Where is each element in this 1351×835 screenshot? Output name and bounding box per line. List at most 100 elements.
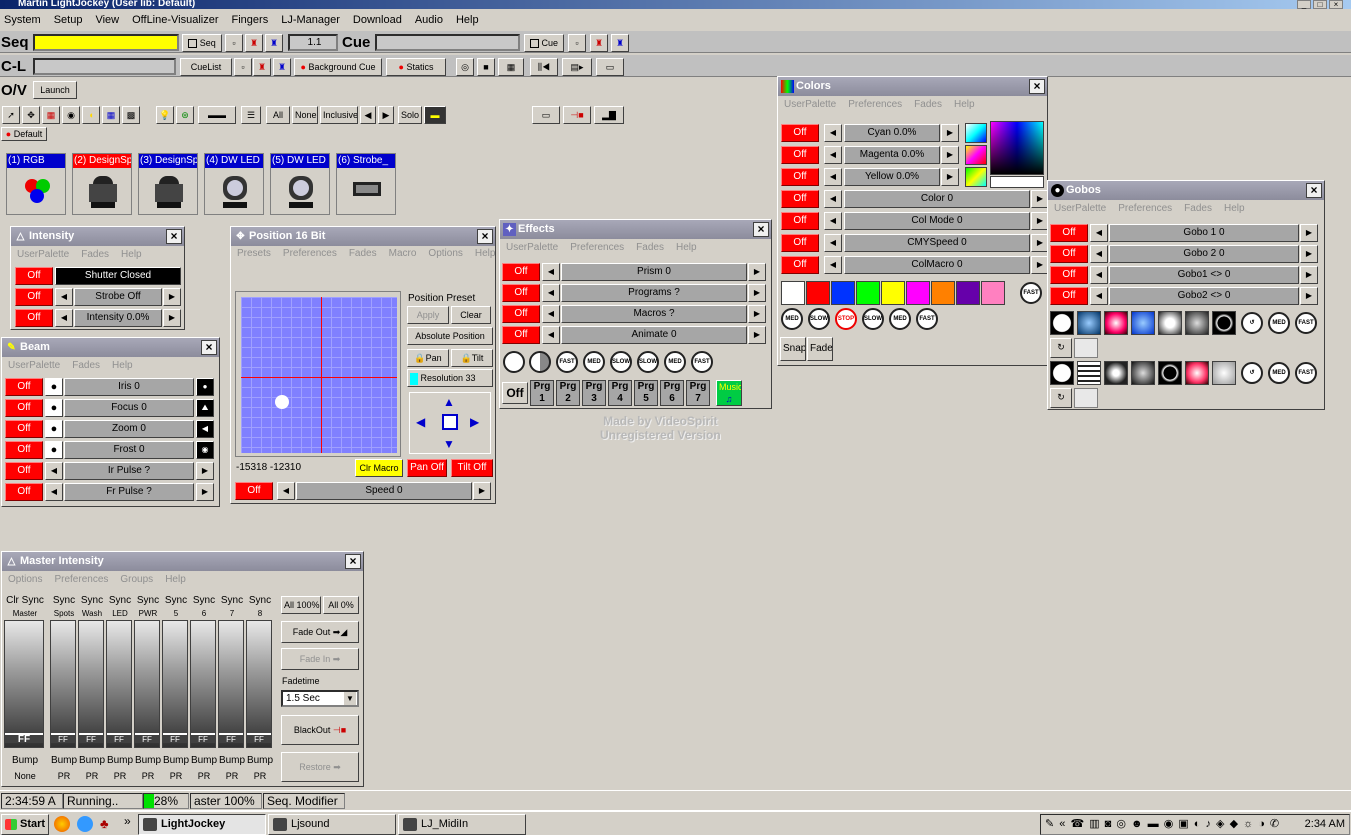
- menu-preferences[interactable]: Preferences: [54, 574, 108, 585]
- menu-fades[interactable]: Fades: [1184, 203, 1212, 214]
- inclusive-button[interactable]: Inclusive: [320, 106, 358, 124]
- fixture-6[interactable]: (6) Strobe_: [336, 153, 396, 215]
- fader-cap[interactable]: FF: [107, 733, 131, 744]
- fixture-3[interactable]: (3) DesignSp: [138, 153, 198, 215]
- menu-fades[interactable]: Fades: [81, 249, 109, 260]
- gobo-tool-button[interactable]: ◉: [62, 106, 80, 124]
- right-arrow-button[interactable]: ▶: [941, 146, 959, 164]
- speed-value[interactable]: Speed 0: [296, 482, 472, 500]
- effect-off-button[interactable]: Off: [502, 284, 540, 302]
- menu-fades[interactable]: Fades: [72, 360, 100, 371]
- menu-groups[interactable]: Groups: [120, 574, 153, 585]
- task-ljsound[interactable]: Ljsound: [268, 814, 396, 835]
- zoom-icon[interactable]: ●: [45, 420, 63, 438]
- channel-header[interactable]: Sync: [162, 596, 190, 606]
- color-swatch-1[interactable]: [781, 281, 805, 305]
- right-arrow-button[interactable]: ▶: [1300, 287, 1318, 305]
- program-4-button[interactable]: Prg 4: [608, 380, 632, 406]
- gobo2-reset-button[interactable]: ↻: [1050, 388, 1072, 408]
- menu-offline-visualizer[interactable]: OffLine-Visualizer: [132, 14, 218, 26]
- menu-system[interactable]: System: [4, 14, 41, 26]
- speed-fast-icon[interactable]: FAST: [1020, 282, 1042, 304]
- fixture-5[interactable]: (5) DW LED: [270, 153, 330, 215]
- speed-fast-icon[interactable]: FAST: [1295, 312, 1317, 334]
- cue-button[interactable]: Cue: [524, 34, 564, 52]
- beam-value[interactable]: Iris 0: [64, 378, 194, 396]
- speed-off-button[interactable]: Off: [235, 482, 273, 500]
- fixture-4[interactable]: (4) DW LED: [204, 153, 264, 215]
- channel-header[interactable]: Clr Sync: [4, 596, 46, 606]
- speed-med-icon[interactable]: MED: [664, 351, 686, 373]
- fade-in-button[interactable]: Fade In ➡: [281, 648, 359, 670]
- left-arrow-button[interactable]: ◀: [45, 462, 63, 480]
- speed-fast-icon[interactable]: FAST: [556, 351, 578, 373]
- menu-userpalette[interactable]: UserPalette: [8, 360, 60, 371]
- gobo-off-button[interactable]: Off: [1050, 224, 1088, 242]
- yellow-swatch[interactable]: [965, 167, 987, 187]
- gobo-value[interactable]: Gobo1 <> 0: [1109, 266, 1299, 284]
- beam-value[interactable]: Focus 0: [64, 399, 194, 417]
- overflow-chevron-icon[interactable]: »: [124, 814, 131, 828]
- menu-help[interactable]: Help: [954, 99, 975, 110]
- effect-off-button[interactable]: Off: [502, 326, 540, 344]
- task-lj_midiin[interactable]: LJ_MidiIn: [398, 814, 526, 835]
- prev-button[interactable]: ◀: [360, 106, 376, 124]
- gobo-value[interactable]: Gobo 1 0: [1109, 224, 1299, 242]
- close-icon[interactable]: ×: [345, 554, 361, 569]
- pan-off-button[interactable]: Pan Off: [407, 459, 447, 477]
- gobo1-reset-button[interactable]: ↻: [1050, 338, 1072, 358]
- gobo1-slot-6[interactable]: [1185, 311, 1209, 335]
- left-arrow-button[interactable]: ◀: [542, 263, 560, 281]
- color-swatch-3[interactable]: [831, 281, 855, 305]
- program-5-button[interactable]: Prg 5: [634, 380, 658, 406]
- frost-icon[interactable]: ●: [45, 441, 63, 459]
- right-arrow-button[interactable]: ▶: [1300, 266, 1318, 284]
- channel-fader[interactable]: FF: [246, 620, 272, 748]
- right-arrow-button[interactable]: ▶: [748, 326, 766, 344]
- left-arrow-button[interactable]: ◀: [542, 305, 560, 323]
- right-arrow-button[interactable]: ▶: [1300, 245, 1318, 263]
- menu-setup[interactable]: Setup: [54, 14, 83, 26]
- gobo1-slot-3[interactable]: [1104, 311, 1128, 335]
- menu-preferences[interactable]: Preferences: [1118, 203, 1172, 214]
- speed-stop-icon[interactable]: STOP: [835, 308, 857, 330]
- cl-tool-b-button[interactable]: ♜: [253, 58, 271, 76]
- beam-value[interactable]: Ir Pulse ?: [64, 462, 194, 480]
- background-cue-button[interactable]: ● Background Cue: [294, 58, 382, 76]
- all-button[interactable]: All: [266, 106, 290, 124]
- color-off-button[interactable]: Off: [781, 168, 819, 186]
- left-arrow-button[interactable]: ◀: [1090, 224, 1108, 242]
- effect-off-button[interactable]: Off: [502, 305, 540, 323]
- seq-tool-a-button[interactable]: ♜: [245, 34, 263, 52]
- effect-value[interactable]: Macros ?: [561, 305, 747, 323]
- fader-cap[interactable]: FF: [163, 733, 187, 744]
- effect-value[interactable]: Prism 0: [561, 263, 747, 281]
- shutter-value[interactable]: Shutter Closed: [55, 267, 181, 285]
- app-icon[interactable]: ♣: [100, 816, 116, 832]
- menu-lj-manager[interactable]: LJ-Manager: [281, 14, 340, 26]
- left-arrow-button[interactable]: ◀: [542, 284, 560, 302]
- level-button[interactable]: ▂▇: [594, 106, 624, 124]
- task-lightjockey[interactable]: LightJockey: [138, 814, 266, 835]
- menu-help[interactable]: Help: [456, 14, 479, 26]
- gobo-value[interactable]: Gobo 2 0: [1109, 245, 1299, 263]
- program-7-button[interactable]: Prg 7: [686, 380, 710, 406]
- speed-med-icon[interactable]: MED: [781, 308, 803, 330]
- menu-fades[interactable]: Fades: [349, 248, 377, 259]
- left-arrow-button[interactable]: ◀: [824, 146, 842, 164]
- bump-button[interactable]: Bump: [162, 755, 190, 766]
- position-cursor[interactable]: [275, 395, 289, 409]
- channel-fader[interactable]: FF: [134, 620, 160, 748]
- gobo-value[interactable]: Gobo2 <> 0: [1109, 287, 1299, 305]
- beam-off-button[interactable]: Off: [5, 420, 43, 438]
- focus-icon-preview[interactable]: ⛰: [196, 399, 214, 417]
- up-arrow-icon[interactable]: ▲: [443, 395, 455, 409]
- down-arrow-icon[interactable]: ▼: [443, 437, 455, 451]
- channel-fader[interactable]: FF: [78, 620, 104, 748]
- bump-button[interactable]: Bump: [190, 755, 218, 766]
- frost-icon-preview[interactable]: ◉: [196, 441, 214, 459]
- cuelist-input[interactable]: [33, 58, 176, 75]
- color-swatch-9[interactable]: [981, 281, 1005, 305]
- beam-value[interactable]: Zoom 0: [64, 420, 194, 438]
- gobo2-slot-1[interactable]: [1050, 361, 1074, 385]
